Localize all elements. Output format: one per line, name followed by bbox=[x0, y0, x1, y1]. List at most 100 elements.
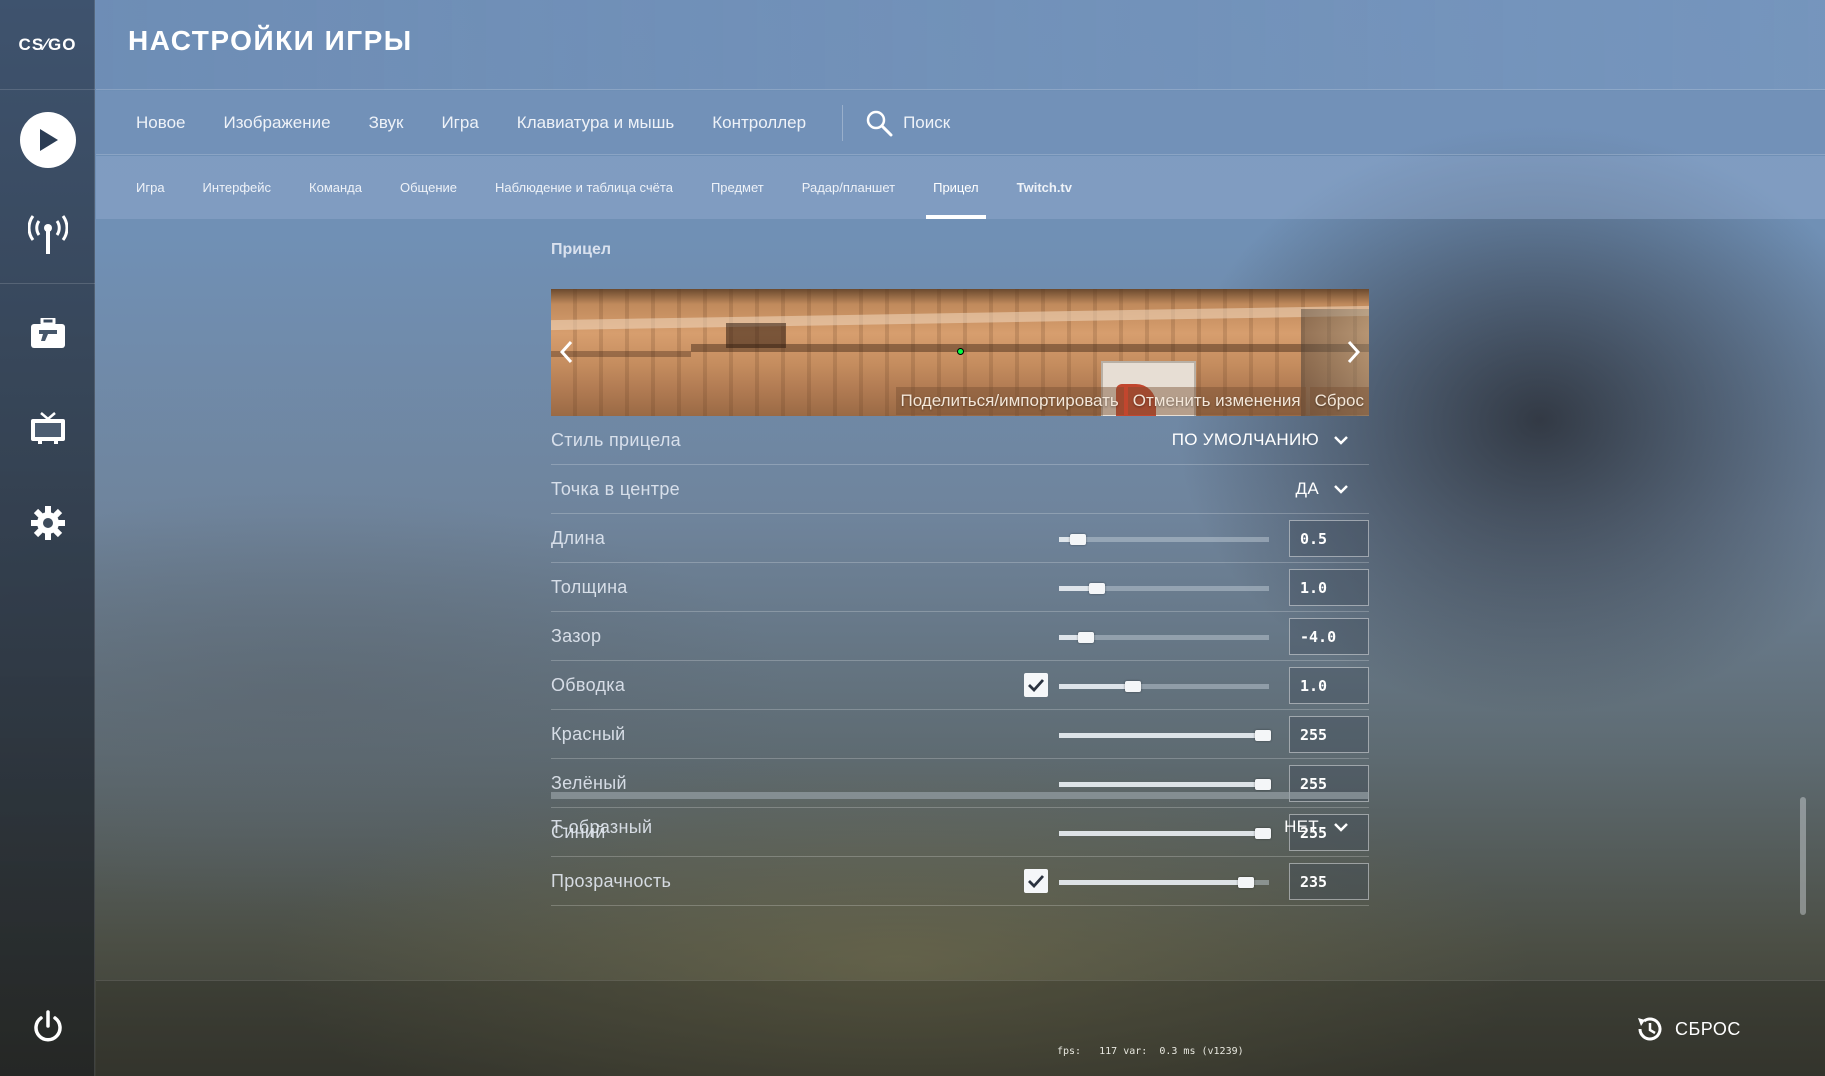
slider-length[interactable] bbox=[1059, 534, 1269, 545]
t-shape-label: Т-образный bbox=[551, 817, 653, 837]
checkmark-icon bbox=[1028, 875, 1045, 888]
sidebar: CS⁄GO bbox=[0, 0, 95, 1076]
slider-fill bbox=[1059, 782, 1263, 787]
reset-label: СБРОС bbox=[1675, 1018, 1741, 1039]
preview-next-button[interactable] bbox=[1341, 337, 1367, 367]
subtab-communication[interactable]: Общение bbox=[400, 156, 457, 219]
slider-fill bbox=[1059, 684, 1133, 689]
setting-row-length: Длина 0.5 bbox=[551, 514, 1369, 563]
settings-button[interactable] bbox=[0, 488, 95, 558]
slider-fill bbox=[1059, 733, 1263, 738]
subtab-team[interactable]: Команда bbox=[309, 156, 362, 219]
subtab-crosshair[interactable]: Прицел bbox=[926, 156, 986, 219]
setting-label-outline: Обводка bbox=[551, 674, 626, 695]
value-field-length[interactable]: 0.5 bbox=[1289, 520, 1369, 557]
slider-knob[interactable] bbox=[1254, 730, 1271, 741]
fps-counter: fps: 117 var: 0.3 ms (v1239) bbox=[1057, 1046, 1244, 1057]
center-dot-label: Точка в центре bbox=[551, 478, 680, 499]
setting-label-green: Зелёный bbox=[551, 772, 627, 793]
t-shape-dropdown[interactable]: НЕТ bbox=[1284, 803, 1349, 851]
setting-row-alpha: Прозрачность 235 bbox=[551, 857, 1369, 906]
history-reset-icon bbox=[1638, 1017, 1662, 1041]
sidebar-divider bbox=[0, 283, 95, 284]
subtab-spectator-scoreboard[interactable]: Наблюдение и таблица счёта bbox=[495, 156, 673, 219]
slider-knob[interactable] bbox=[1069, 534, 1086, 545]
broadcast-icon bbox=[27, 215, 68, 254]
slider-green[interactable] bbox=[1059, 779, 1271, 790]
setting-row-green: Зелёный 255 bbox=[551, 759, 1369, 808]
slider-fill bbox=[1059, 880, 1246, 885]
nav-divider bbox=[842, 104, 844, 141]
checkbox-outline[interactable] bbox=[1024, 673, 1048, 697]
preview-reset-button[interactable]: Сброс bbox=[1309, 387, 1369, 415]
play-icon bbox=[19, 112, 76, 168]
slider-knob[interactable] bbox=[1124, 681, 1141, 692]
gear-icon bbox=[30, 506, 65, 540]
crosshair-style-value: ПО УМОЛЧАНИЮ bbox=[1171, 430, 1319, 449]
search-button[interactable]: Поиск bbox=[865, 109, 950, 137]
broadcast-button[interactable] bbox=[0, 199, 95, 269]
chevron-down-icon bbox=[1334, 485, 1348, 494]
subtab-radar[interactable]: Радар/планшет bbox=[802, 156, 895, 219]
setting-row-thickness: Толщина 1.0 bbox=[551, 563, 1369, 612]
primary-nav: Новое Изображение Звук Игра Клавиатура и… bbox=[96, 91, 1825, 155]
subtab-twitch[interactable]: Twitch.tv bbox=[1017, 156, 1072, 219]
slider-alpha[interactable] bbox=[1059, 877, 1269, 888]
secondary-nav: Игра Интерфейс Команда Общение Наблюдени… bbox=[96, 156, 1825, 219]
scrollbar-thumb[interactable] bbox=[1800, 797, 1806, 915]
slider-gap[interactable] bbox=[1059, 632, 1269, 643]
reset-button[interactable]: СБРОС bbox=[1635, 1013, 1741, 1045]
preview-wall-ledge bbox=[551, 305, 1369, 331]
value-field-red[interactable]: 255 bbox=[1289, 716, 1369, 753]
value-field-gap[interactable]: -4.0 bbox=[1289, 618, 1369, 655]
preview-actions: Поделиться/импортировать Отменить измене… bbox=[892, 386, 1369, 416]
checkmark-icon bbox=[1028, 679, 1045, 692]
value-field-thickness[interactable]: 1.0 bbox=[1289, 569, 1369, 606]
tab-new[interactable]: Новое bbox=[136, 113, 185, 133]
setting-label-alpha: Прозрачность bbox=[551, 870, 672, 891]
slider-thickness[interactable] bbox=[1059, 583, 1269, 594]
header: НАСТРОЙКИ ИГРЫ bbox=[96, 0, 1825, 90]
subtab-item[interactable]: Предмет bbox=[711, 156, 764, 219]
discard-changes-button[interactable]: Отменить изменения bbox=[1127, 387, 1306, 415]
crosshair-dot bbox=[958, 349, 963, 354]
slider-red[interactable] bbox=[1059, 730, 1271, 741]
tab-keyboard-mouse[interactable]: Клавиатура и мышь bbox=[517, 113, 674, 133]
crosshair-style-label: Стиль прицела bbox=[551, 429, 681, 450]
chevron-down-icon bbox=[1334, 823, 1348, 832]
preview-prev-button[interactable] bbox=[553, 337, 579, 367]
chevron-right-icon bbox=[1347, 340, 1361, 364]
crosshair-style-dropdown[interactable]: ПО УМОЛЧАНИЮ bbox=[1172, 416, 1349, 464]
slider-knob[interactable] bbox=[1237, 877, 1254, 888]
slider-knob[interactable] bbox=[1088, 583, 1105, 594]
preview-wall-ledge bbox=[691, 344, 1369, 352]
play-button[interactable] bbox=[0, 105, 95, 175]
slider-outline[interactable] bbox=[1059, 681, 1269, 692]
setting-label-length: Длина bbox=[551, 527, 606, 548]
section-title: Прицел bbox=[551, 241, 612, 258]
slider-knob[interactable] bbox=[1254, 779, 1271, 790]
tab-audio[interactable]: Звук bbox=[369, 113, 404, 133]
watch-button[interactable] bbox=[0, 393, 95, 463]
chevron-down-icon bbox=[1334, 436, 1348, 445]
center-dot-dropdown[interactable]: ДА bbox=[1296, 465, 1349, 513]
tab-game[interactable]: Игра bbox=[441, 113, 478, 133]
value-field-alpha[interactable]: 235 bbox=[1289, 863, 1369, 900]
subtab-game[interactable]: Игра bbox=[136, 156, 165, 219]
search-icon bbox=[866, 110, 893, 136]
tab-video[interactable]: Изображение bbox=[223, 113, 330, 133]
horizontal-scrollbar[interactable] bbox=[551, 792, 1369, 799]
inventory-button[interactable] bbox=[0, 298, 95, 368]
share-import-button[interactable]: Поделиться/импортировать bbox=[895, 387, 1124, 415]
csgo-logo: CS⁄GO bbox=[0, 0, 95, 90]
center-dot-value: ДА bbox=[1295, 479, 1319, 498]
setting-label-gap: Зазор bbox=[551, 625, 602, 646]
power-button[interactable] bbox=[0, 992, 95, 1062]
tab-controller[interactable]: Контроллер bbox=[712, 113, 806, 133]
tv-icon bbox=[30, 412, 65, 444]
value-field-outline[interactable]: 1.0 bbox=[1289, 667, 1369, 704]
checkbox-alpha[interactable] bbox=[1024, 869, 1048, 893]
slider-knob[interactable] bbox=[1078, 632, 1095, 643]
vertical-scrollbar[interactable] bbox=[1800, 219, 1806, 979]
subtab-interface[interactable]: Интерфейс bbox=[203, 156, 271, 219]
